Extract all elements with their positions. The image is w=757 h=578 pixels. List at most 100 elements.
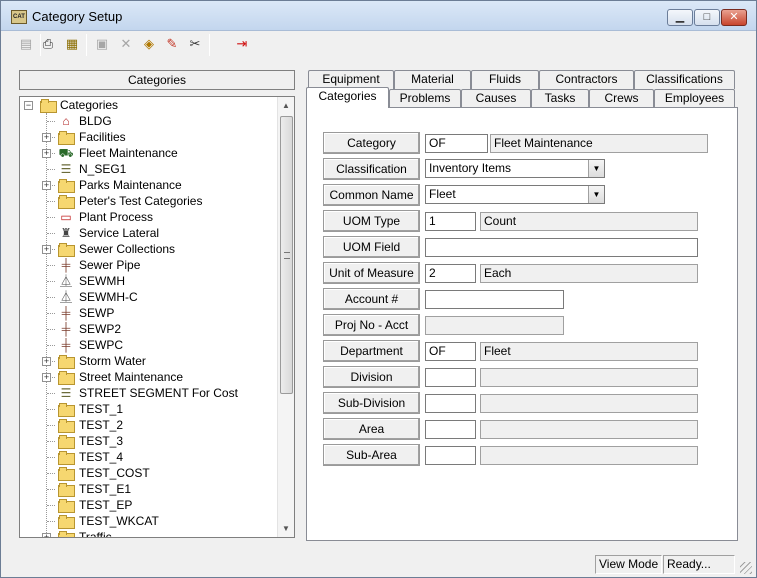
tab-contractors[interactable]: Contractors <box>539 70 634 89</box>
folder-icon <box>58 530 75 537</box>
category-description-field: Fleet Maintenance <box>490 134 708 153</box>
uom-type-button[interactable]: UOM Type <box>323 210 420 232</box>
exit-button[interactable]: ⇥ <box>231 34 253 56</box>
categories-header: Categories <box>19 70 295 90</box>
tree-item-label: SEWP2 <box>79 322 122 336</box>
expand-icon[interactable]: + <box>42 181 51 190</box>
sub-division-button[interactable]: Sub-Division <box>323 392 420 414</box>
toolbar: ▤ ⎙ ▦ ▣ ✕ ◈ ✎ ✂ ⇥ <box>11 32 751 58</box>
road-icon: ☰ <box>60 386 72 400</box>
department-button[interactable]: Department <box>323 340 420 362</box>
unit-of-measure-code-field[interactable]: 2 <box>425 264 476 283</box>
layers-button[interactable]: ◈ <box>138 34 160 56</box>
expand-icon[interactable]: + <box>42 357 51 366</box>
tree-connector <box>47 409 55 410</box>
tab-categories[interactable]: Categories <box>306 87 389 108</box>
account-field[interactable] <box>425 290 564 309</box>
tree-connector <box>47 233 55 234</box>
pipe-fitting-icon: ♜ <box>60 226 72 240</box>
tree-connector <box>47 297 55 298</box>
division-button[interactable]: Division <box>323 366 420 388</box>
folder-icon <box>58 370 75 385</box>
print-button[interactable]: ⎙ <box>37 34 59 56</box>
tree-item-label: Sewer Collections <box>79 242 176 256</box>
classification-value: Inventory Items <box>429 161 512 175</box>
pencil-icon: ✎ <box>166 36 178 51</box>
common-name-button[interactable]: Common Name <box>323 184 420 206</box>
collapse-icon[interactable]: − <box>24 101 33 110</box>
folder-icon <box>58 402 75 417</box>
area-code-field[interactable] <box>425 420 476 439</box>
department-code-field[interactable]: OF <box>425 342 476 361</box>
scroll-thumb[interactable] <box>280 116 293 394</box>
area-description-field <box>480 420 698 439</box>
sub-area-button[interactable]: Sub-Area <box>323 444 420 466</box>
save-button[interactable]: ▣ <box>91 34 113 56</box>
tab-classifications[interactable]: Classifications <box>634 70 735 89</box>
tree-connector <box>47 265 55 266</box>
uom-field-button[interactable]: UOM Field <box>323 236 420 258</box>
expand-icon[interactable]: + <box>42 533 51 537</box>
report-button[interactable]: ▦ <box>61 34 83 56</box>
tree-item-label: Traffic <box>79 530 112 537</box>
delete-button[interactable]: ✕ <box>115 34 137 56</box>
toolbar-separator <box>86 34 87 56</box>
delete-icon: ✕ <box>120 36 132 51</box>
folder-icon <box>58 242 75 257</box>
tab-causes[interactable]: Causes <box>461 89 531 108</box>
tab-problems[interactable]: Problems <box>389 89 461 108</box>
manhole-icon: ⏅ <box>59 274 72 288</box>
tab-employees[interactable]: Employees <box>654 89 735 108</box>
edit-button[interactable]: ✎ <box>161 34 183 56</box>
tree-item-label: SEWPC <box>79 338 124 352</box>
account-button[interactable]: Account # <box>323 288 420 310</box>
report-icon: ▦ <box>65 36 79 51</box>
cut-button[interactable]: ✂ <box>184 34 206 56</box>
tree-connector <box>47 329 55 330</box>
tab-tasks[interactable]: Tasks <box>531 89 589 108</box>
maximize-button[interactable]: □ <box>694 9 720 26</box>
chevron-down-icon[interactable]: ▼ <box>588 160 604 177</box>
minimize-button[interactable]: ▁ <box>667 9 693 26</box>
common-name-select[interactable]: Fleet ▼ <box>425 185 605 204</box>
expand-icon[interactable]: + <box>42 373 51 382</box>
close-icon: ✕ <box>729 11 739 23</box>
category-tree[interactable]: − Categories ⌂ BLDG + Facilities + ⛟ Fleet Mai… <box>19 96 295 538</box>
expand-icon[interactable]: + <box>42 245 51 254</box>
proj-no-acct-button[interactable]: Proj No - Acct <box>323 314 420 336</box>
uom-field-input[interactable] <box>425 238 698 257</box>
tree-item-label: Parks Maintenance <box>79 178 182 192</box>
division-code-field[interactable] <box>425 368 476 387</box>
scroll-up-icon[interactable]: ▲ <box>278 97 294 114</box>
unit-of-measure-button[interactable]: Unit of Measure <box>323 262 420 284</box>
scroll-down-icon[interactable]: ▼ <box>278 520 294 537</box>
classification-select[interactable]: Inventory Items ▼ <box>425 159 605 178</box>
tree-connector <box>47 169 55 170</box>
window-title: Category Setup <box>32 9 123 24</box>
exit-icon: ⇥ <box>236 36 248 51</box>
chevron-down-icon[interactable]: ▼ <box>588 186 604 203</box>
classification-button[interactable]: Classification <box>323 158 420 180</box>
category-code-field[interactable]: OF <box>425 134 488 153</box>
expand-icon[interactable]: + <box>42 133 51 142</box>
close-button[interactable]: ✕ <box>721 9 747 26</box>
sewer-pipe-icon: ╪ <box>61 338 71 352</box>
tab-material[interactable]: Material <box>394 70 471 89</box>
new-button[interactable]: ▤ <box>15 34 37 56</box>
sub-division-code-field[interactable] <box>425 394 476 413</box>
uom-type-code-field[interactable]: 1 <box>425 212 476 231</box>
tree-scrollbar[interactable]: ▲ ▼ <box>277 97 294 537</box>
department-description-field: Fleet <box>480 342 698 361</box>
area-button[interactable]: Area <box>323 418 420 440</box>
expand-icon[interactable]: + <box>42 149 51 158</box>
category-button[interactable]: Category <box>323 132 420 154</box>
folder-icon <box>58 434 75 449</box>
tree-item-label: Service Lateral <box>79 226 160 240</box>
tab-fluids[interactable]: Fluids <box>471 70 539 89</box>
tab-crews[interactable]: Crews <box>589 89 654 108</box>
title-bar[interactable]: CAT Category Setup ▁ □ ✕ <box>1 1 756 31</box>
resize-grip-icon[interactable] <box>740 562 752 574</box>
tree-item-label: N_SEG1 <box>79 162 127 176</box>
sub-area-code-field[interactable] <box>425 446 476 465</box>
folder-icon <box>58 514 75 529</box>
